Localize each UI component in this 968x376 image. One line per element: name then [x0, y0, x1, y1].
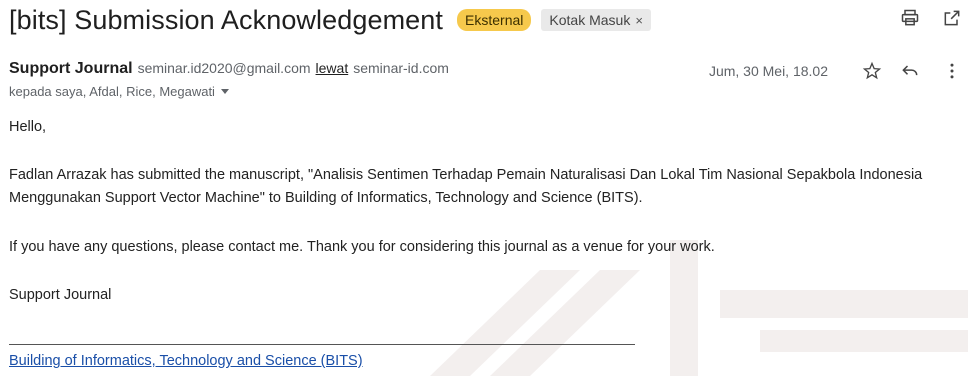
inbox-label-text: Kotak Masuk [549, 12, 631, 28]
external-label: Eksternal [457, 9, 532, 31]
reply-icon[interactable] [898, 59, 922, 83]
body-paragraph-1: Fadlan Arrazak has submitted the manuscr… [9, 167, 923, 206]
inbox-label[interactable]: Kotak Masuk × [541, 9, 651, 31]
message-date: Jum, 30 Mei, 18.02 [708, 63, 828, 79]
via-link[interactable]: lewat [316, 60, 349, 76]
recipients-text: kepada saya, Afdal, Rice, Megawati [9, 84, 215, 99]
email-subject: [bits] Submission Acknowledgement [9, 4, 444, 35]
signature-divider [9, 344, 635, 345]
recipients-toggle[interactable]: kepada saya, Afdal, Rice, Megawati [9, 84, 229, 99]
thread-actions [898, 6, 964, 30]
message-meta: Jum, 30 Mei, 18.02 [709, 59, 964, 83]
journal-link[interactable]: Building of Informatics, Technology and … [9, 353, 363, 369]
remove-label-button[interactable]: × [635, 13, 643, 28]
subject-row: [bits] Submission Acknowledgement Ekster… [9, 2, 958, 38]
star-icon[interactable] [860, 59, 884, 83]
body-greeting: Hello, [9, 119, 47, 135]
sender-email: seminar.id2020@gmail.com [137, 60, 311, 76]
body-signature: Support Journal [9, 287, 112, 303]
sender-name[interactable]: Support Journal [9, 60, 133, 78]
chevron-down-icon[interactable] [220, 89, 229, 94]
via-domain: seminar-id.com [353, 60, 449, 76]
open-in-new-icon[interactable] [940, 6, 964, 30]
body-paragraph-2: If you have any questions, please contac… [9, 239, 715, 255]
more-vert-icon[interactable] [940, 59, 964, 83]
print-icon[interactable] [898, 6, 922, 30]
